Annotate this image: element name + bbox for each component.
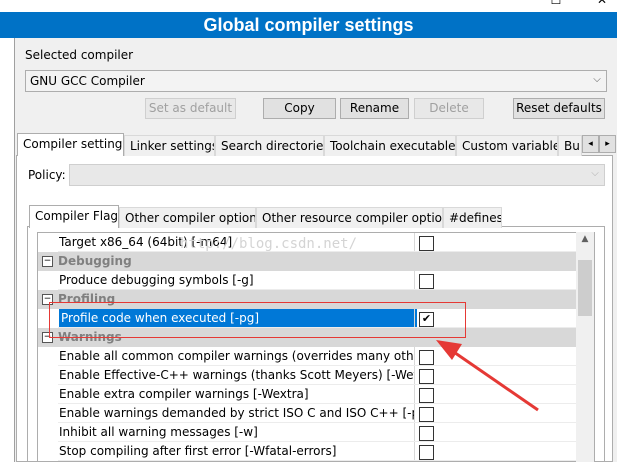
maximize-icon[interactable]: ☐ (548, 0, 564, 8)
column-divider (414, 271, 415, 290)
flag-checkbox[interactable] (419, 445, 434, 460)
tab-scroll-left-icon[interactable]: ◂ (582, 135, 599, 153)
flag-checkbox[interactable] (419, 236, 434, 251)
column-divider (414, 366, 415, 385)
tab-linker-settings[interactable]: Linker settings (124, 135, 215, 156)
watermark: http://blog.csdn.net/ (180, 236, 358, 252)
flag-checkbox[interactable] (419, 274, 434, 289)
column-divider (414, 423, 415, 442)
flag-row[interactable]: Stop compiling after first error [-Wfata… (38, 442, 578, 461)
flag-label: Inhibit all warning messages [-w] (59, 425, 258, 439)
chevron-down-icon: ⌵ (593, 74, 601, 85)
policy-label: Policy: (28, 168, 66, 182)
tab-other-resource-compiler-options[interactable]: Other resource compiler options (256, 207, 443, 228)
flag-label: Stop compiling after first error [-Wfata… (59, 444, 337, 458)
row-divider (58, 460, 578, 461)
selected-compiler-combo[interactable]: GNU GCC Compiler ⌵ (25, 70, 607, 92)
flag-row[interactable]: Inhibit all warning messages [-w] (38, 423, 578, 442)
flag-label: Enable all common compiler warnings (ove… (59, 349, 415, 363)
delete-button[interactable]: Delete (414, 98, 484, 119)
collapse-icon[interactable]: − (42, 256, 53, 267)
copy-button[interactable]: Copy (263, 98, 336, 119)
tab-toolchain-executables[interactable]: Toolchain executables (324, 135, 456, 156)
reset-defaults-button[interactable]: Reset defaults (513, 98, 605, 119)
tab-compiler-settings[interactable]: Compiler settings (17, 133, 124, 156)
scrollbar-thumb[interactable] (578, 260, 592, 316)
column-divider (414, 347, 415, 366)
close-icon[interactable]: ✕ (594, 0, 610, 8)
selected-compiler-label: Selected compiler (25, 48, 134, 62)
flag-label: Produce debugging symbols [-g] (59, 273, 254, 287)
category-label: Debugging (58, 254, 132, 268)
column-divider (414, 404, 415, 423)
column-divider (414, 233, 415, 252)
rename-button[interactable]: Rename (340, 98, 409, 119)
title-bar: Global compiler settings ☐ ✕ (0, 0, 617, 38)
annotation-arrow-icon (436, 340, 539, 412)
arrow-head (436, 340, 462, 360)
column-divider (414, 385, 415, 404)
tab-compiler-flags[interactable]: Compiler Flags (29, 205, 119, 228)
set-as-default-button[interactable]: Set as default (145, 98, 236, 119)
tab-search-directories[interactable]: Search directories (215, 135, 324, 156)
flags-scrollbar[interactable]: ▲ (576, 232, 594, 462)
window-title: Global compiler settings (203, 15, 414, 35)
highlight-box (49, 302, 466, 338)
selected-compiler-value: GNU GCC Compiler (30, 74, 145, 88)
flag-checkbox[interactable] (419, 426, 434, 441)
flag-row[interactable]: Produce debugging symbols [-g] (38, 271, 578, 290)
column-divider (414, 442, 415, 461)
chevron-down-icon: ⌵ (591, 168, 599, 179)
tab-other-compiler-options[interactable]: Other compiler options (119, 207, 256, 228)
arrow-shaft (447, 346, 539, 412)
tab-defines[interactable]: #defines (443, 207, 502, 228)
scroll-up-icon[interactable]: ▲ (576, 234, 594, 248)
tab-custom-variables[interactable]: Custom variables (456, 135, 558, 156)
flag-label: Enable Effective-C++ warnings (thanks Sc… (59, 368, 415, 382)
flag-label: Enable extra compiler warnings [-Wextra] (59, 387, 309, 401)
category-row[interactable]: − Debugging (38, 252, 578, 271)
policy-combo[interactable]: ⌵ (69, 164, 605, 186)
flag-label: Enable warnings demanded by strict ISO C… (59, 406, 415, 420)
tab-build-options[interactable]: Bui (558, 135, 582, 156)
tab-scroll-right-icon[interactable]: ▸ (599, 135, 616, 153)
